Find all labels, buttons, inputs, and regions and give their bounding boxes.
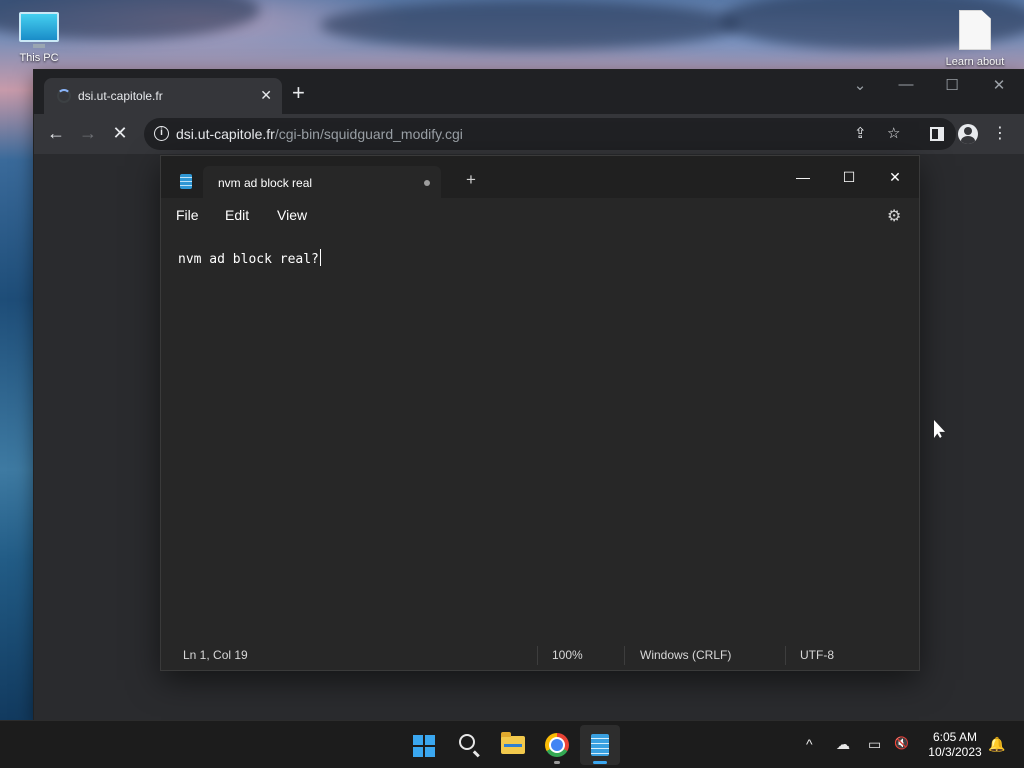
taskbar-clock[interactable]: 6:05 AM 10/3/2023 — [922, 730, 988, 760]
search-icon — [459, 734, 475, 750]
status-encoding[interactable]: UTF-8 — [800, 648, 834, 662]
bookmark-star-icon[interactable]: ☆ — [887, 124, 900, 142]
desktop-icon-learn-about[interactable]: Learn about — [936, 10, 1014, 68]
notepad-icon — [591, 734, 609, 756]
editor-content: nvm ad block real? — [178, 249, 321, 267]
windows-logo-icon — [413, 735, 435, 757]
notepad-titlebar: nvm ad block real + — ☐ ✕ — [161, 156, 919, 198]
desktop-icon-label: This PC — [19, 52, 59, 64]
folder-icon — [501, 732, 525, 754]
computer-monitor-icon — [19, 12, 59, 48]
status-line-ending[interactable]: Windows (CRLF) — [640, 648, 731, 662]
notepad-tab[interactable]: nvm ad block real — [203, 166, 441, 198]
browser-titlebar: dsi.ut-capitole.fr ✕ + ⌄ — ☐ ✕ — [34, 70, 1024, 114]
url-path: /cgi-bin/squidguard_modify.cgi — [274, 126, 463, 142]
new-tab-button[interactable]: + — [292, 82, 305, 104]
notification-bell-icon[interactable]: 🔔 — [988, 736, 1005, 753]
notepad-menubar: File Edit View ⚙ — [161, 198, 919, 234]
status-cursor-position: Ln 1, Col 19 — [183, 648, 248, 662]
status-divider — [624, 646, 625, 665]
browser-maximize-button[interactable]: ☐ — [937, 76, 967, 94]
taskbar-search-button[interactable] — [449, 725, 489, 765]
browser-minimize-button[interactable]: — — [891, 76, 921, 93]
status-divider — [785, 646, 786, 665]
address-bar[interactable]: i dsi.ut-capitole.fr/cgi-bin/squidguard_… — [144, 118, 956, 150]
notepad-window: nvm ad block real + — ☐ ✕ File Edit View… — [161, 156, 919, 670]
onedrive-cloud-icon[interactable]: ☁ — [836, 736, 850, 753]
taskbar-notepad[interactable] — [580, 725, 620, 765]
tab-search-icon[interactable]: ⌄ — [845, 76, 875, 94]
document-file-icon — [959, 10, 991, 50]
share-icon[interactable]: ⇪ — [854, 124, 867, 142]
notepad-maximize-button[interactable]: ☐ — [826, 162, 872, 192]
forward-arrow-icon[interactable]: → — [76, 122, 100, 146]
url-text: dsi.ut-capitole.fr/cgi-bin/squidguard_mo… — [176, 126, 463, 142]
volume-muted-icon[interactable]: 🔇 — [894, 736, 909, 750]
desktop-icon-this-pc[interactable]: This PC — [0, 12, 78, 64]
clock-time: 6:05 AM — [932, 730, 978, 744]
taskbar-file-explorer[interactable] — [493, 725, 533, 765]
network-icon[interactable]: ▭ — [868, 736, 881, 753]
editor-text: nvm ad block real? — [178, 252, 319, 267]
menu-file[interactable]: File — [176, 207, 199, 223]
url-host: dsi.ut-capitole.fr — [176, 126, 275, 142]
settings-gear-icon[interactable]: ⚙ — [887, 206, 901, 226]
menu-view[interactable]: View — [277, 207, 307, 223]
text-editor-area[interactable]: nvm ad block real? — [161, 234, 919, 638]
show-hidden-icons-chevron-icon[interactable]: ^ — [806, 736, 813, 752]
text-caret — [319, 249, 321, 266]
chrome-icon — [545, 733, 569, 757]
notepad-close-button[interactable]: ✕ — [872, 162, 918, 192]
start-button[interactable] — [404, 725, 444, 765]
taskbar: ^ ☁ ▭ 🔇 6:05 AM 10/3/2023 🔔 — [0, 720, 1024, 768]
profile-avatar-icon[interactable] — [958, 124, 978, 144]
status-divider — [537, 646, 538, 665]
stop-loading-icon[interactable]: ✕ — [108, 122, 132, 146]
loading-spinner-icon — [57, 89, 71, 103]
active-indicator — [593, 761, 607, 764]
browser-close-button[interactable]: ✕ — [984, 76, 1014, 94]
browser-menu-icon[interactable]: ⋮ — [989, 123, 1011, 143]
desktop-icon-label: Learn about — [945, 56, 1005, 68]
back-arrow-icon[interactable]: ← — [44, 122, 68, 146]
notepad-new-tab-button[interactable]: + — [466, 171, 476, 188]
browser-tab[interactable]: dsi.ut-capitole.fr ✕ — [44, 78, 282, 114]
notepad-tab-title: nvm ad block real — [218, 176, 313, 190]
running-indicator — [554, 761, 560, 764]
tab-close-icon[interactable]: ✕ — [260, 86, 272, 104]
notepad-status-bar: Ln 1, Col 19 100% Windows (CRLF) UTF-8 — [161, 641, 919, 670]
unsaved-dot-icon[interactable] — [424, 180, 430, 186]
menu-edit[interactable]: Edit — [225, 207, 249, 223]
status-zoom[interactable]: 100% — [552, 648, 583, 662]
side-panel-icon[interactable] — [930, 127, 944, 141]
taskbar-chrome[interactable] — [537, 725, 577, 765]
notepad-minimize-button[interactable]: — — [780, 162, 826, 192]
browser-toolbar: ← → ✕ i dsi.ut-capitole.fr/cgi-bin/squid… — [34, 114, 1024, 154]
site-info-icon[interactable]: i — [154, 126, 169, 141]
browser-tab-title: dsi.ut-capitole.fr — [78, 89, 163, 103]
wallpaper-cloud — [320, 0, 740, 50]
notepad-app-icon — [180, 174, 192, 189]
clock-date: 10/3/2023 — [928, 745, 982, 759]
